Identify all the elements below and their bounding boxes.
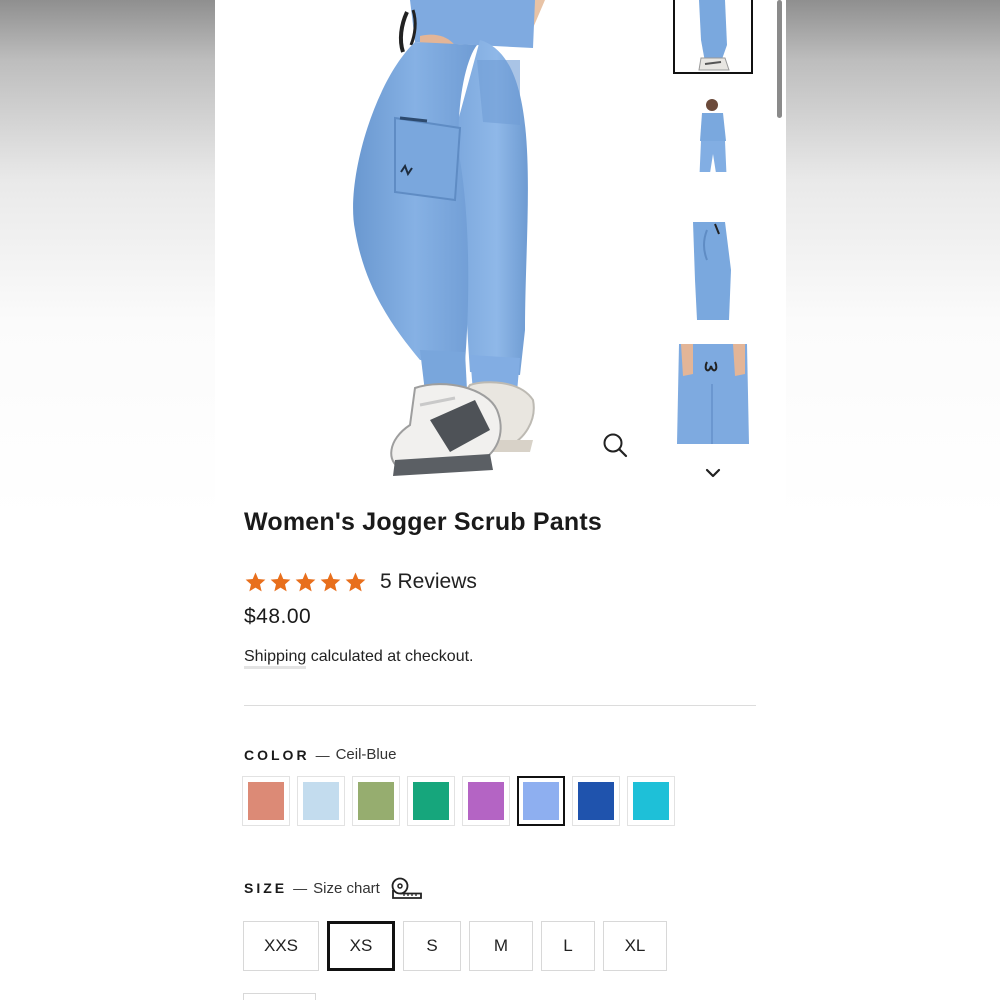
rating-stars <box>244 571 367 594</box>
color-label-key: COLOR <box>244 746 310 763</box>
product-title: Women's Jogger Scrub Pants <box>244 508 602 536</box>
star-icon <box>320 571 341 591</box>
color-swatch[interactable] <box>242 776 290 826</box>
star-icon <box>345 571 366 591</box>
size-options: XXS XS S M L XL <box>243 921 675 971</box>
size-label-dash: — <box>293 880 308 896</box>
size-option-partial[interactable] <box>243 993 316 1000</box>
thumbnails-scroll-down-button[interactable] <box>700 462 726 484</box>
size-option-l[interactable]: L <box>541 921 595 971</box>
color-swatch-fill <box>358 782 394 820</box>
color-swatch-fill <box>633 782 669 820</box>
thumbnail-4[interactable] <box>673 344 753 444</box>
color-label-dash: — <box>315 746 330 763</box>
size-option-s[interactable]: S <box>403 921 461 971</box>
magnifier-icon <box>603 433 628 458</box>
thumbnail-1[interactable] <box>673 0 753 74</box>
color-swatch-fill <box>578 782 614 820</box>
color-swatch[interactable] <box>297 776 345 826</box>
size-option-xs[interactable]: XS <box>327 921 395 971</box>
chevron-down-icon <box>705 468 721 478</box>
thumbnail-2[interactable] <box>673 96 753 172</box>
selected-color-name: Ceil-Blue <box>335 746 397 763</box>
rating-summary[interactable]: 5 Reviews <box>244 570 477 594</box>
color-swatch-fill <box>303 782 339 820</box>
thumbnail-3[interactable] <box>673 220 753 326</box>
shipping-text: calculated at checkout. <box>306 648 474 665</box>
ruler-tape-icon[interactable] <box>390 877 422 899</box>
color-swatch[interactable] <box>407 776 455 826</box>
zoom-button[interactable] <box>600 430 632 462</box>
product-price: $48.00 <box>244 605 312 628</box>
color-swatch-fill <box>523 782 559 820</box>
color-swatches <box>242 776 682 826</box>
size-option-m[interactable]: M <box>469 921 533 971</box>
scrollbar[interactable] <box>777 0 782 118</box>
divider <box>244 705 756 706</box>
color-swatch[interactable] <box>572 776 620 826</box>
size-option-xl[interactable]: XL <box>603 921 667 971</box>
color-label: COLOR — Ceil-Blue <box>244 746 396 763</box>
size-label: SIZE — Size chart <box>244 877 422 899</box>
star-icon <box>295 571 316 591</box>
size-chart-link[interactable]: Size chart <box>313 880 380 897</box>
color-swatch[interactable] <box>352 776 400 826</box>
star-icon <box>245 571 266 591</box>
color-swatch-fill <box>413 782 449 820</box>
color-swatch-selected[interactable] <box>517 776 565 826</box>
color-swatch[interactable] <box>462 776 510 826</box>
product-page: Women's Jogger Scrub Pants 5 Reviews $48… <box>215 0 786 1000</box>
color-swatch-fill <box>248 782 284 820</box>
shipping-note: Shipping calculated at checkout. <box>244 648 474 669</box>
size-label-key: SIZE <box>244 880 288 896</box>
shipping-link[interactable]: Shipping <box>244 648 307 669</box>
size-option-xxs[interactable]: XXS <box>243 921 319 971</box>
main-product-image[interactable] <box>215 0 655 486</box>
reviews-link[interactable]: 5 Reviews <box>380 570 477 594</box>
color-swatch-fill <box>468 782 504 820</box>
color-swatch[interactable] <box>627 776 675 826</box>
jogger-pants-photo <box>353 0 545 476</box>
star-icon <box>270 571 291 591</box>
